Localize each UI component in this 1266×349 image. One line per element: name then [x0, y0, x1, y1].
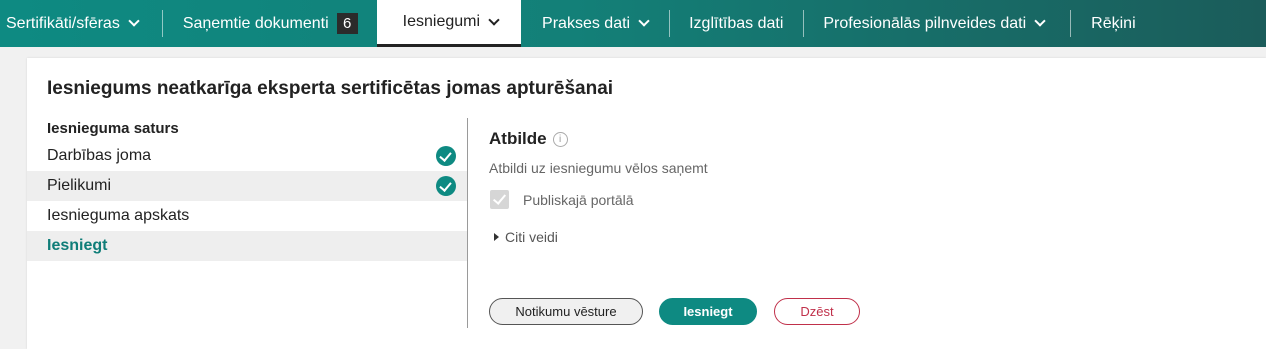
history-button[interactable]: Notikumu vēsture	[489, 298, 643, 325]
nav-item-received-documents[interactable]: Saņemtie dokumenti 6	[163, 0, 372, 47]
top-navigation: Sertifikāti/sfēras Saņemtie dokumenti 6 …	[0, 0, 1266, 47]
public-portal-checkbox[interactable]	[490, 190, 509, 209]
nav-item-label: Sertifikāti/sfēras	[6, 14, 120, 32]
check-circle-icon	[436, 176, 456, 196]
chevron-down-icon	[638, 15, 650, 27]
steps-panel: Iesnieguma saturs Darbības joma Pielikum…	[27, 118, 468, 328]
steps-heading: Iesnieguma saturs	[47, 120, 179, 137]
count-badge: 6	[336, 13, 358, 34]
step-review[interactable]: Iesnieguma apskats	[27, 201, 467, 231]
check-circle-icon	[436, 146, 456, 166]
step-label: Iesnieguma apskats	[47, 207, 190, 224]
nav-item-label: Rēķini	[1091, 14, 1136, 32]
submit-button[interactable]: Iesniegt	[659, 298, 757, 325]
chevron-down-icon	[488, 13, 500, 26]
page-title: Iesniegums neatkarīga eksperta sertificē…	[47, 78, 614, 99]
nav-item-applications[interactable]: Iesniegumi	[376, 0, 522, 47]
chevron-down-icon	[128, 15, 140, 27]
step-submit[interactable]: Iesniegt	[27, 231, 467, 261]
caret-right-icon	[494, 233, 499, 241]
answer-heading: Atbilde i	[489, 128, 708, 150]
step-label: Darbības joma	[47, 147, 152, 164]
nav-item-invoices[interactable]: Rēķini	[1071, 0, 1149, 47]
nav-item-label: Iesniegumi	[402, 13, 481, 30]
other-ways-label: Citi veidi	[505, 229, 558, 245]
step-label: Iesniegt	[47, 237, 108, 254]
info-icon[interactable]: i	[552, 131, 568, 147]
answer-description: Atbildi uz iesniegumu vēlos saņemt	[489, 160, 708, 176]
answer-title: Atbilde	[489, 129, 547, 148]
other-ways-toggle[interactable]: Citi veidi	[489, 229, 708, 245]
nav-item-label: Profesionālās pilnveides dati	[823, 14, 1027, 32]
nav-item-certificates[interactable]: Sertifikāti/sfēras	[0, 0, 152, 47]
nav-item-label: Prakses dati	[542, 14, 631, 32]
step-attachments[interactable]: Pielikumi	[27, 171, 467, 201]
nav-item-label: Saņemtie dokumenti	[182, 14, 329, 32]
nav-item-practice-data[interactable]: Prakses dati	[521, 0, 669, 47]
step-label: Pielikumi	[47, 177, 112, 194]
nav-item-education-data[interactable]: Izglītības dati	[670, 0, 803, 47]
nav-item-label: Izglītības dati	[689, 14, 784, 32]
delete-button[interactable]: Dzēst	[774, 298, 860, 325]
nav-item-professional-development[interactable]: Profesionālās pilnveides dati	[804, 0, 1070, 47]
step-scope[interactable]: Darbības joma	[27, 141, 467, 171]
public-portal-option: Publiskajā portālā	[489, 190, 708, 209]
answer-section: Atbilde i Atbildi uz iesniegumu vēlos sa…	[489, 118, 708, 245]
application-card: Iesniegums neatkarīga eksperta sertificē…	[27, 58, 1266, 349]
checkbox-label: Publiskajā portālā	[523, 191, 634, 208]
chevron-down-icon	[1034, 15, 1046, 27]
